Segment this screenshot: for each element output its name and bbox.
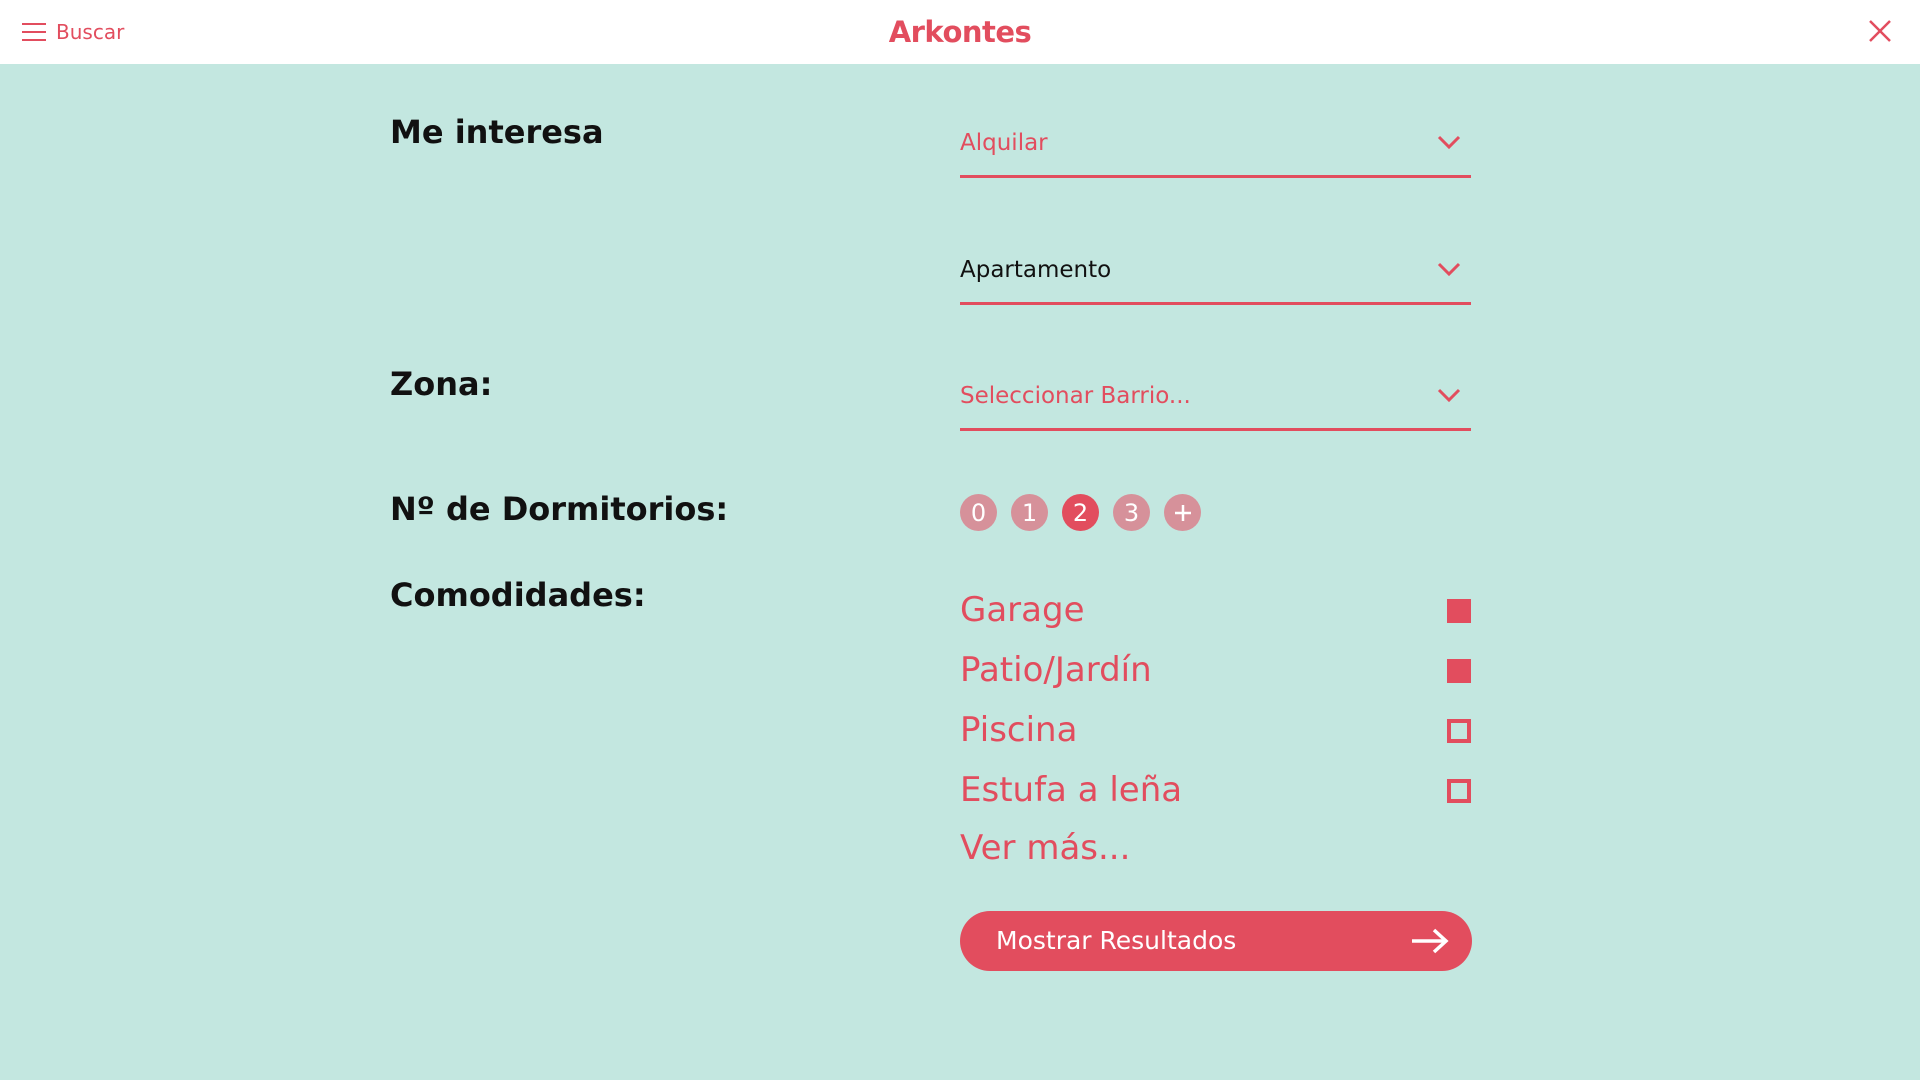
menu-label: Buscar: [56, 20, 125, 44]
chevron-down-icon: [1437, 388, 1461, 403]
amenity-piscina[interactable]: Piscina: [960, 706, 1472, 754]
zone-select[interactable]: Seleccionar Barrio...: [960, 367, 1471, 431]
plus-icon: [1174, 504, 1191, 521]
see-more-link[interactable]: Ver más...: [960, 826, 1130, 870]
amenity-label: Patio/Jardín: [960, 650, 1152, 690]
top-bar: Buscar Arkontes: [0, 0, 1920, 64]
hamburger-icon: [22, 23, 46, 41]
operation-select[interactable]: Alquilar: [960, 114, 1471, 178]
zone-select-placeholder: Seleccionar Barrio...: [960, 383, 1191, 409]
bedroom-option-3[interactable]: 3: [1113, 494, 1150, 531]
zone-label: Zona:: [390, 365, 493, 403]
bedroom-option-2[interactable]: 2: [1062, 494, 1099, 531]
show-results-button[interactable]: Mostrar Resultados: [960, 911, 1472, 971]
chevron-down-icon: [1437, 262, 1461, 277]
interest-label: Me interesa: [390, 113, 604, 151]
close-button[interactable]: [1867, 18, 1893, 44]
bedroom-option-more[interactable]: [1164, 494, 1201, 531]
show-results-label: Mostrar Resultados: [996, 926, 1237, 955]
amenity-patio-jardin[interactable]: Patio/Jardín: [960, 646, 1472, 694]
checkbox-unchecked[interactable]: [1447, 779, 1471, 803]
amenity-garage[interactable]: Garage: [960, 586, 1472, 634]
checkbox-unchecked[interactable]: [1447, 719, 1471, 743]
bedroom-selector: 0 1 2 3: [960, 494, 1201, 531]
amenity-label: Garage: [960, 590, 1085, 630]
amenities-label: Comodidades:: [390, 576, 646, 614]
brand-logo: Arkontes: [888, 15, 1032, 49]
checkbox-checked[interactable]: [1447, 659, 1471, 683]
amenity-estufa-a-lena[interactable]: Estufa a leña: [960, 766, 1472, 814]
checkbox-checked[interactable]: [1447, 599, 1471, 623]
bedroom-option-0[interactable]: 0: [960, 494, 997, 531]
amenity-label: Piscina: [960, 710, 1078, 750]
bedrooms-label: Nº de Dormitorios:: [390, 490, 729, 528]
amenity-label: Estufa a leña: [960, 770, 1183, 810]
property-type-select-value: Apartamento: [960, 257, 1112, 283]
close-icon: [1869, 20, 1891, 42]
search-panel: Me interesa Alquilar Apartamento Zona: S…: [0, 64, 1920, 1080]
chevron-down-icon: [1437, 135, 1461, 150]
bedroom-option-1[interactable]: 1: [1011, 494, 1048, 531]
menu-button[interactable]: Buscar: [22, 18, 124, 46]
arrow-right-icon: [1412, 928, 1449, 954]
operation-select-value: Alquilar: [960, 130, 1048, 156]
property-type-select[interactable]: Apartamento: [960, 241, 1471, 305]
